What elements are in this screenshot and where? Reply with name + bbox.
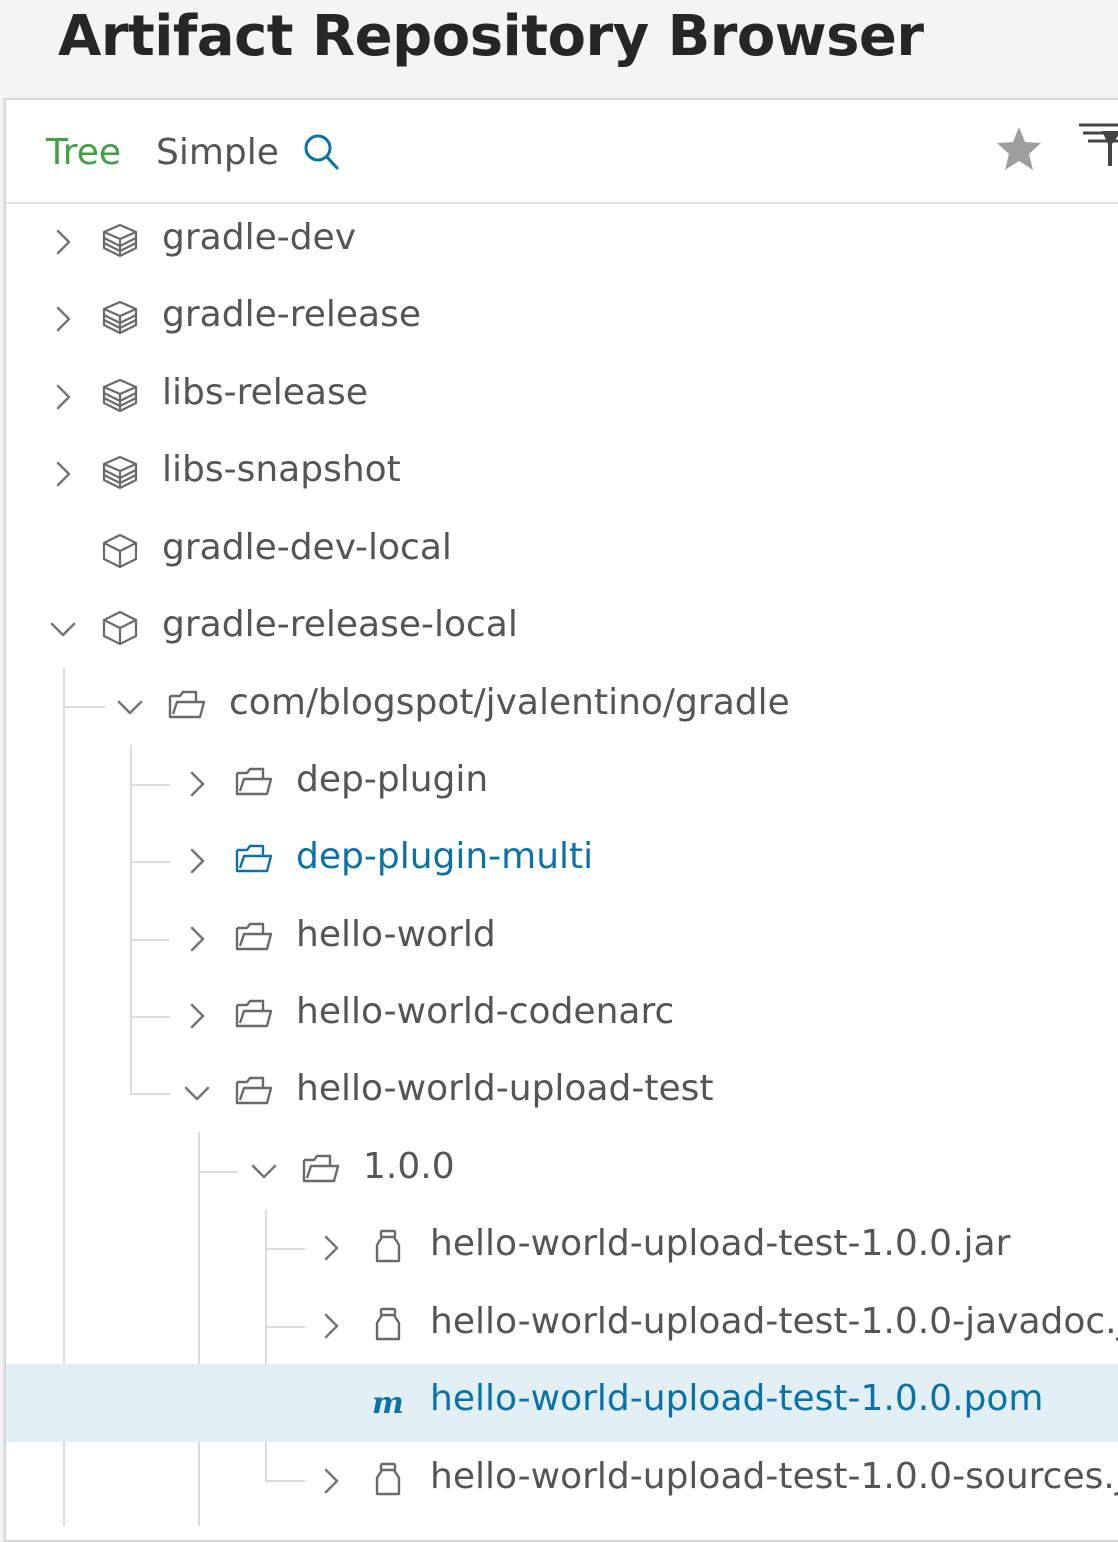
chevron-down-icon[interactable] bbox=[115, 692, 145, 722]
tree-node-label: hello-world bbox=[296, 914, 496, 955]
tree-node[interactable]: libs-release bbox=[0, 358, 1118, 436]
chevron-right-icon[interactable] bbox=[316, 1466, 346, 1496]
local-repo-icon bbox=[100, 608, 140, 648]
tree-node[interactable]: libs-snapshot bbox=[0, 435, 1118, 513]
tree-node-label: libs-snapshot bbox=[162, 449, 401, 490]
chevron-right-icon[interactable] bbox=[182, 1001, 212, 1031]
tab-simple[interactable]: Simple bbox=[156, 132, 279, 173]
chevron-right-icon[interactable] bbox=[48, 227, 78, 257]
tree-node[interactable]: hello-world-codenarc bbox=[0, 977, 1118, 1055]
jar-icon bbox=[368, 1305, 408, 1345]
tree-node[interactable]: gradle-release bbox=[0, 280, 1118, 358]
folder-icon bbox=[301, 1150, 341, 1190]
tree-node-label: hello-world-upload-test bbox=[296, 1068, 714, 1109]
chevron-right-icon[interactable] bbox=[182, 769, 212, 799]
tree-node[interactable]: m hello-world-upload-test-1.0.0.pom bbox=[6, 1364, 1118, 1442]
chevron-down-icon[interactable] bbox=[249, 1156, 279, 1186]
folder-icon bbox=[234, 840, 274, 880]
tree-node-label: hello-world-upload-test-1.0.0.jar bbox=[430, 1223, 1011, 1264]
chevron-right-icon[interactable] bbox=[48, 304, 78, 334]
tree-node[interactable]: gradle-release-local bbox=[0, 590, 1118, 668]
folder-icon bbox=[234, 918, 274, 958]
tree-node[interactable]: dep-plugin-multi bbox=[0, 822, 1118, 900]
tree-node-label: gradle-dev bbox=[162, 217, 357, 258]
tree-node[interactable]: hello-world-upload-test-1.0.0.jar bbox=[0, 1209, 1118, 1287]
virtual-repo-icon bbox=[100, 453, 140, 493]
tree-node[interactable]: hello-world-upload-test bbox=[0, 1054, 1118, 1132]
folder-icon bbox=[167, 686, 207, 726]
folder-icon bbox=[234, 763, 274, 803]
maven-pom-icon: m bbox=[368, 1382, 408, 1422]
chevron-right-icon[interactable] bbox=[182, 924, 212, 954]
browser-toolbar: Tree Simple bbox=[6, 100, 1118, 204]
tree-node-label: dep-plugin bbox=[296, 759, 489, 800]
virtual-repo-icon bbox=[100, 221, 140, 261]
tree-node-label: hello-world-upload-test-1.0.0-sources.ja… bbox=[430, 1456, 1118, 1497]
tree-node-label: dep-plugin-multi bbox=[296, 836, 594, 877]
chevron-down-icon[interactable] bbox=[48, 614, 78, 644]
svg-text:m: m bbox=[372, 1386, 404, 1421]
tree-node-label: 1.0.0 bbox=[363, 1146, 455, 1187]
tree-node-label: gradle-release bbox=[162, 294, 421, 335]
tree-node-label: gradle-release-local bbox=[162, 604, 518, 645]
tree-node-label: hello-world-upload-test-1.0.0.pom bbox=[430, 1378, 1044, 1419]
chevron-right-icon[interactable] bbox=[182, 846, 212, 876]
tree-node-label: hello-world-upload-test-1.0.0-javadoc.ja… bbox=[430, 1301, 1118, 1342]
tree-node-label: libs-release bbox=[162, 372, 368, 413]
virtual-repo-icon bbox=[100, 376, 140, 416]
folder-icon bbox=[234, 995, 274, 1035]
search-icon[interactable] bbox=[302, 132, 342, 176]
folder-icon bbox=[234, 1072, 274, 1112]
chevron-right-icon[interactable] bbox=[316, 1233, 346, 1263]
tree-node[interactable]: com/blogspot/jvalentino/gradle bbox=[0, 668, 1118, 746]
tab-tree[interactable]: Tree bbox=[46, 132, 121, 173]
chevron-right-icon[interactable] bbox=[48, 459, 78, 489]
tree-node[interactable]: gradle-dev-local bbox=[0, 513, 1118, 591]
star-icon[interactable] bbox=[994, 124, 1044, 178]
tree-node[interactable]: hello-world-upload-test-1.0.0-javadoc.ja… bbox=[0, 1287, 1118, 1365]
tree-node[interactable]: hello-world bbox=[0, 900, 1118, 978]
jar-icon bbox=[368, 1460, 408, 1500]
tree-node[interactable]: dep-plugin bbox=[0, 745, 1118, 823]
local-repo-icon bbox=[100, 531, 140, 571]
tree-node-label: hello-world-codenarc bbox=[296, 991, 675, 1032]
page-title: Artifact Repository Browser bbox=[58, 4, 924, 69]
tree-node-label: gradle-dev-local bbox=[162, 527, 452, 568]
chevron-right-icon[interactable] bbox=[316, 1311, 346, 1341]
jar-icon bbox=[368, 1227, 408, 1267]
filter-icon[interactable] bbox=[1078, 122, 1118, 172]
tree-node-label: com/blogspot/jvalentino/gradle bbox=[229, 682, 790, 723]
tree-node[interactable]: gradle-dev bbox=[0, 203, 1118, 281]
tree-node[interactable]: hello-world-upload-test-1.0.0-sources.ja… bbox=[0, 1442, 1118, 1520]
tree-node[interactable]: 1.0.0 bbox=[0, 1132, 1118, 1210]
chevron-down-icon[interactable] bbox=[182, 1078, 212, 1108]
virtual-repo-icon bbox=[100, 298, 140, 338]
chevron-right-icon[interactable] bbox=[48, 382, 78, 412]
